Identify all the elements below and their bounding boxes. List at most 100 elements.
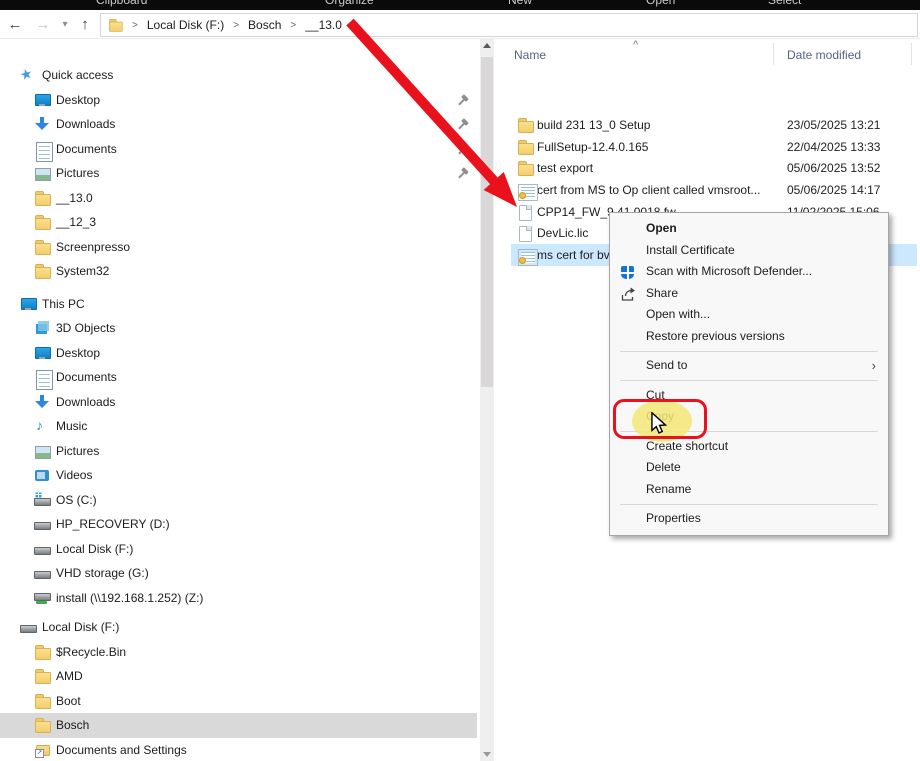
current-folder-icon xyxy=(108,18,122,32)
ribbon-group-open: Open xyxy=(646,0,675,7)
pin-icon xyxy=(455,141,471,157)
sidebar-item-12-3[interactable]: __12_3 xyxy=(0,210,477,235)
folder-icon xyxy=(517,117,533,133)
column-header-date-modified[interactable]: Date modified xyxy=(787,48,861,62)
sidebar-item-desktop-pc[interactable]: Desktop xyxy=(0,341,477,366)
menu-item-install-certificate[interactable]: Install Certificate xyxy=(610,240,888,262)
back-icon[interactable]: ← xyxy=(4,14,26,36)
sidebar-item-documents-pc[interactable]: Documents xyxy=(0,365,477,390)
folder-icon xyxy=(34,668,50,684)
sidebar-item-bosch[interactable]: Bosch xyxy=(0,713,477,738)
menu-item-properties[interactable]: Properties xyxy=(610,508,888,530)
breadcrumb-bosch[interactable]: Bosch xyxy=(248,18,281,32)
folder-icon xyxy=(34,263,50,279)
crumb-separator: > xyxy=(281,20,305,31)
sidebar-item-vhd-storage[interactable]: VHD storage (G:) xyxy=(0,561,477,586)
sidebar-item-local-disk-f[interactable]: Local Disk (F:) xyxy=(0,537,477,562)
sidebar-item-desktop[interactable]: Desktop xyxy=(0,88,477,113)
pin-icon xyxy=(455,117,471,133)
chevron-down-icon[interactable]: ▾ xyxy=(54,14,76,36)
desktop-icon xyxy=(34,92,50,108)
sidebar-item-music[interactable]: Music xyxy=(0,414,477,439)
scroll-up-icon[interactable] xyxy=(483,43,491,48)
sidebar-item-this-pc[interactable]: This PC xyxy=(0,292,477,317)
sidebar-item-pictures[interactable]: Pictures xyxy=(0,161,477,186)
menu-item-open[interactable]: Open xyxy=(610,218,888,240)
ribbon-group-clipboard: Clipboard xyxy=(96,0,147,7)
sidebar-item-13-0[interactable]: __13.0 xyxy=(0,186,477,211)
sidebar-item-documents-and-settings[interactable]: Documents and Settings xyxy=(0,738,477,761)
sidebar-item-local-disk-root[interactable]: Local Disk (F:) xyxy=(0,615,477,640)
menu-separator xyxy=(620,431,878,432)
pictures-icon xyxy=(34,443,50,459)
menu-item-rename[interactable]: Rename xyxy=(610,479,888,501)
sidebar-item-documents[interactable]: Documents xyxy=(0,137,477,162)
menu-item-send-to[interactable]: Send to› xyxy=(610,355,888,377)
navigation-pane: Quick access Desktop Downloads Documents… xyxy=(0,39,477,761)
documents-icon xyxy=(34,369,50,385)
forward-icon[interactable]: → xyxy=(32,14,54,36)
menu-item-scan-with-defender[interactable]: Scan with Microsoft Defender... xyxy=(610,261,888,283)
drive-icon xyxy=(34,516,50,532)
crumb-separator: > xyxy=(224,20,248,31)
menu-item-delete[interactable]: Delete xyxy=(610,457,888,479)
sidebar-item-screenpresso[interactable]: Screenpresso xyxy=(0,235,477,260)
defender-shield-icon xyxy=(620,265,636,281)
breadcrumb-13-0[interactable]: __13.0 xyxy=(305,18,342,32)
network-drive-icon xyxy=(34,590,50,606)
sidebar-item-pictures-pc[interactable]: Pictures xyxy=(0,439,477,464)
crumb-separator: > xyxy=(342,20,366,31)
downloads-icon xyxy=(34,116,50,132)
menu-separator xyxy=(620,351,878,352)
drive-icon xyxy=(34,565,50,581)
menu-item-share[interactable]: Share xyxy=(610,283,888,305)
certificate-icon xyxy=(517,247,533,263)
file-row-cert-from-ms[interactable]: cert from MS to Op client called vmsroot… xyxy=(511,179,917,201)
desktop-icon xyxy=(34,345,50,361)
cube-icon xyxy=(34,320,50,336)
sidebar-item-recycle-bin[interactable]: $Recycle.Bin xyxy=(0,640,477,665)
breadcrumb-drive[interactable]: Local Disk (F:) xyxy=(147,18,224,32)
quick-access-star-icon xyxy=(20,67,36,83)
menu-item-copy[interactable]: Copy xyxy=(610,406,888,428)
sidebar-item-videos[interactable]: Videos xyxy=(0,463,477,488)
column-divider[interactable] xyxy=(773,43,774,65)
folder-icon xyxy=(517,139,533,155)
context-menu: Open Install Certificate Scan with Micro… xyxy=(609,212,889,536)
ribbon-group-new: New xyxy=(508,0,532,7)
folder-shortcut-icon xyxy=(34,742,50,758)
sidebar-item-hp-recovery[interactable]: HP_RECOVERY (D:) xyxy=(0,512,477,537)
ribbon-group-organize: Organize xyxy=(325,0,374,7)
sidebar-item-amd[interactable]: AMD xyxy=(0,664,477,689)
sidebar-item-3d-objects[interactable]: 3D Objects xyxy=(0,316,477,341)
address-bar: ← → ▾ ↑ > Local Disk (F:) > Bosch > __13… xyxy=(0,10,920,39)
scroll-down-icon[interactable] xyxy=(483,752,491,757)
sidebar-item-install-z[interactable]: install (\\192.168.1.252) (Z:) xyxy=(0,586,477,611)
up-icon[interactable]: ↑ xyxy=(74,14,96,36)
sidebar-scrollbar[interactable] xyxy=(480,39,494,761)
file-row-test-export[interactable]: test export05/06/2025 13:52 xyxy=(511,157,917,179)
menu-item-cut[interactable]: Cut xyxy=(610,385,888,407)
sidebar-item-boot[interactable]: Boot xyxy=(0,689,477,714)
sidebar-item-downloads[interactable]: Downloads xyxy=(0,112,477,137)
sidebar-item-system32[interactable]: System32 xyxy=(0,259,477,284)
column-header-name[interactable]: Name xyxy=(514,48,546,62)
file-row-fullsetup[interactable]: FullSetup-12.4.0.16522/04/2025 13:33 xyxy=(511,136,917,158)
drive-icon xyxy=(34,541,50,557)
sidebar-item-quick-access[interactable]: Quick access xyxy=(0,63,477,88)
menu-item-restore-previous-versions[interactable]: Restore previous versions xyxy=(610,326,888,348)
breadcrumb[interactable]: > Local Disk (F:) > Bosch > __13.0 > xyxy=(100,13,918,37)
menu-item-create-shortcut[interactable]: Create shortcut xyxy=(610,436,888,458)
crumb-separator: > xyxy=(123,20,147,31)
pictures-icon xyxy=(34,165,50,181)
folder-icon xyxy=(34,693,50,709)
column-divider[interactable] xyxy=(911,43,912,65)
scrollbar-thumb[interactable] xyxy=(481,57,493,387)
sidebar-item-downloads-pc[interactable]: Downloads xyxy=(0,390,477,415)
menu-separator xyxy=(620,504,878,505)
folder-icon xyxy=(34,190,50,206)
file-row-build-setup[interactable]: build 231 13_0 Setup23/05/2025 13:21 xyxy=(511,114,917,136)
file-icon xyxy=(517,204,533,220)
menu-item-open-with[interactable]: Open with... xyxy=(610,304,888,326)
sidebar-item-os-c[interactable]: OS (C:) xyxy=(0,488,477,513)
